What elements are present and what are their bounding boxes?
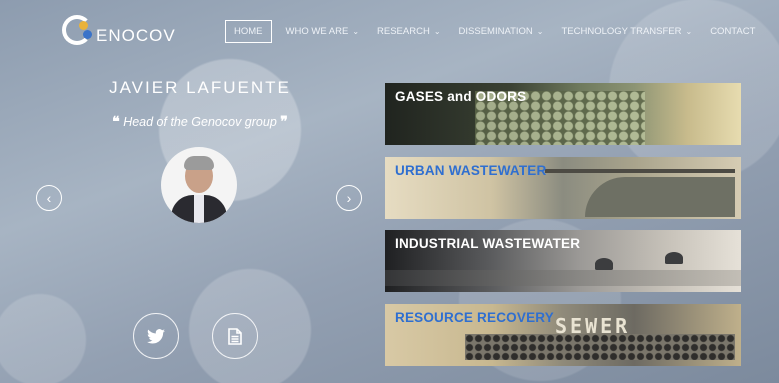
logo-mark-icon	[62, 15, 94, 47]
logo-text: ENOCOV	[96, 26, 176, 45]
document-button[interactable]	[212, 313, 258, 359]
profile-section: JAVIER LAFUENTE ❝ Head of the Genocov gr…	[40, 78, 360, 130]
banner-label: URBAN WASTEWATER	[395, 163, 547, 178]
banner-urban-pool	[585, 177, 735, 217]
nav-who-we-are[interactable]: WHO WE ARE ⌄	[286, 26, 360, 37]
chevron-down-icon: ⌄	[352, 27, 360, 36]
nav-dissemination-label: DISSEMINATION	[458, 26, 533, 37]
avatar	[161, 147, 237, 223]
banner-resource-recovery[interactable]: SEWER RESOURCE RECOVERY	[385, 304, 741, 366]
banner-industrial-cone	[665, 252, 683, 264]
nav-home[interactable]: HOME	[225, 20, 272, 43]
nav-technology-transfer[interactable]: TECHNOLOGY TRANSFER ⌄	[561, 26, 692, 37]
main-menu: HOME WHO WE ARE ⌄ RESEARCH ⌄ DISSEMINATION…	[225, 20, 773, 43]
carousel-prev-button[interactable]: ‹	[36, 185, 62, 211]
banner-urban-rail	[545, 169, 735, 173]
banner-urban-wastewater[interactable]: URBAN WASTEWATER	[385, 157, 741, 219]
document-icon	[228, 327, 242, 345]
genocov-logo[interactable]: ENOCOV	[62, 14, 176, 48]
banner-label: INDUSTRIAL WASTEWATER	[395, 236, 581, 251]
chevron-right-icon: ›	[346, 190, 352, 206]
banner-recovery-sewer-text: SEWER	[555, 314, 631, 338]
person-role-text: Head of the Genocov group	[123, 115, 277, 129]
chevron-down-icon: ⌄	[685, 27, 693, 36]
quote-open-icon: ❝	[112, 113, 120, 129]
carousel-next-button[interactable]: ›	[336, 185, 362, 211]
twitter-icon	[147, 328, 165, 344]
banner-label: RESOURCE RECOVERY	[395, 310, 554, 325]
twitter-button[interactable]	[133, 313, 179, 359]
chevron-down-icon: ⌄	[536, 27, 544, 36]
quote-close-icon: ❞	[280, 113, 288, 129]
chevron-down-icon: ⌄	[433, 27, 441, 36]
banner-industrial-wastewater[interactable]: INDUSTRIAL WASTEWATER	[385, 230, 741, 292]
nav-research-label: RESEARCH	[377, 26, 430, 37]
nav-dissemination[interactable]: DISSEMINATION ⌄	[459, 26, 544, 37]
nav-who-we-are-label: WHO WE ARE	[285, 26, 349, 37]
person-role: ❝ Head of the Genocov group ❞	[40, 113, 360, 130]
nav-research[interactable]: RESEARCH ⌄	[377, 26, 441, 37]
top-navigation-bar: ENOCOV HOME WHO WE ARE ⌄ RESEARCH ⌄ DISSEM…	[0, 0, 779, 62]
person-name: JAVIER LAFUENTE	[109, 78, 291, 97]
nav-home-label: HOME	[234, 26, 263, 37]
chevron-left-icon: ‹	[46, 190, 52, 206]
nav-contact[interactable]: CONTACT	[710, 26, 755, 37]
banner-gases-and-odors[interactable]: GASES and ODORS	[385, 83, 741, 145]
nav-technology-transfer-label: TECHNOLOGY TRANSFER	[561, 26, 682, 37]
banner-label: GASES and ODORS	[395, 89, 527, 104]
banner-industrial-cone	[595, 258, 613, 270]
banner-industrial-pipe	[385, 270, 741, 286]
nav-contact-label: CONTACT	[710, 26, 756, 37]
